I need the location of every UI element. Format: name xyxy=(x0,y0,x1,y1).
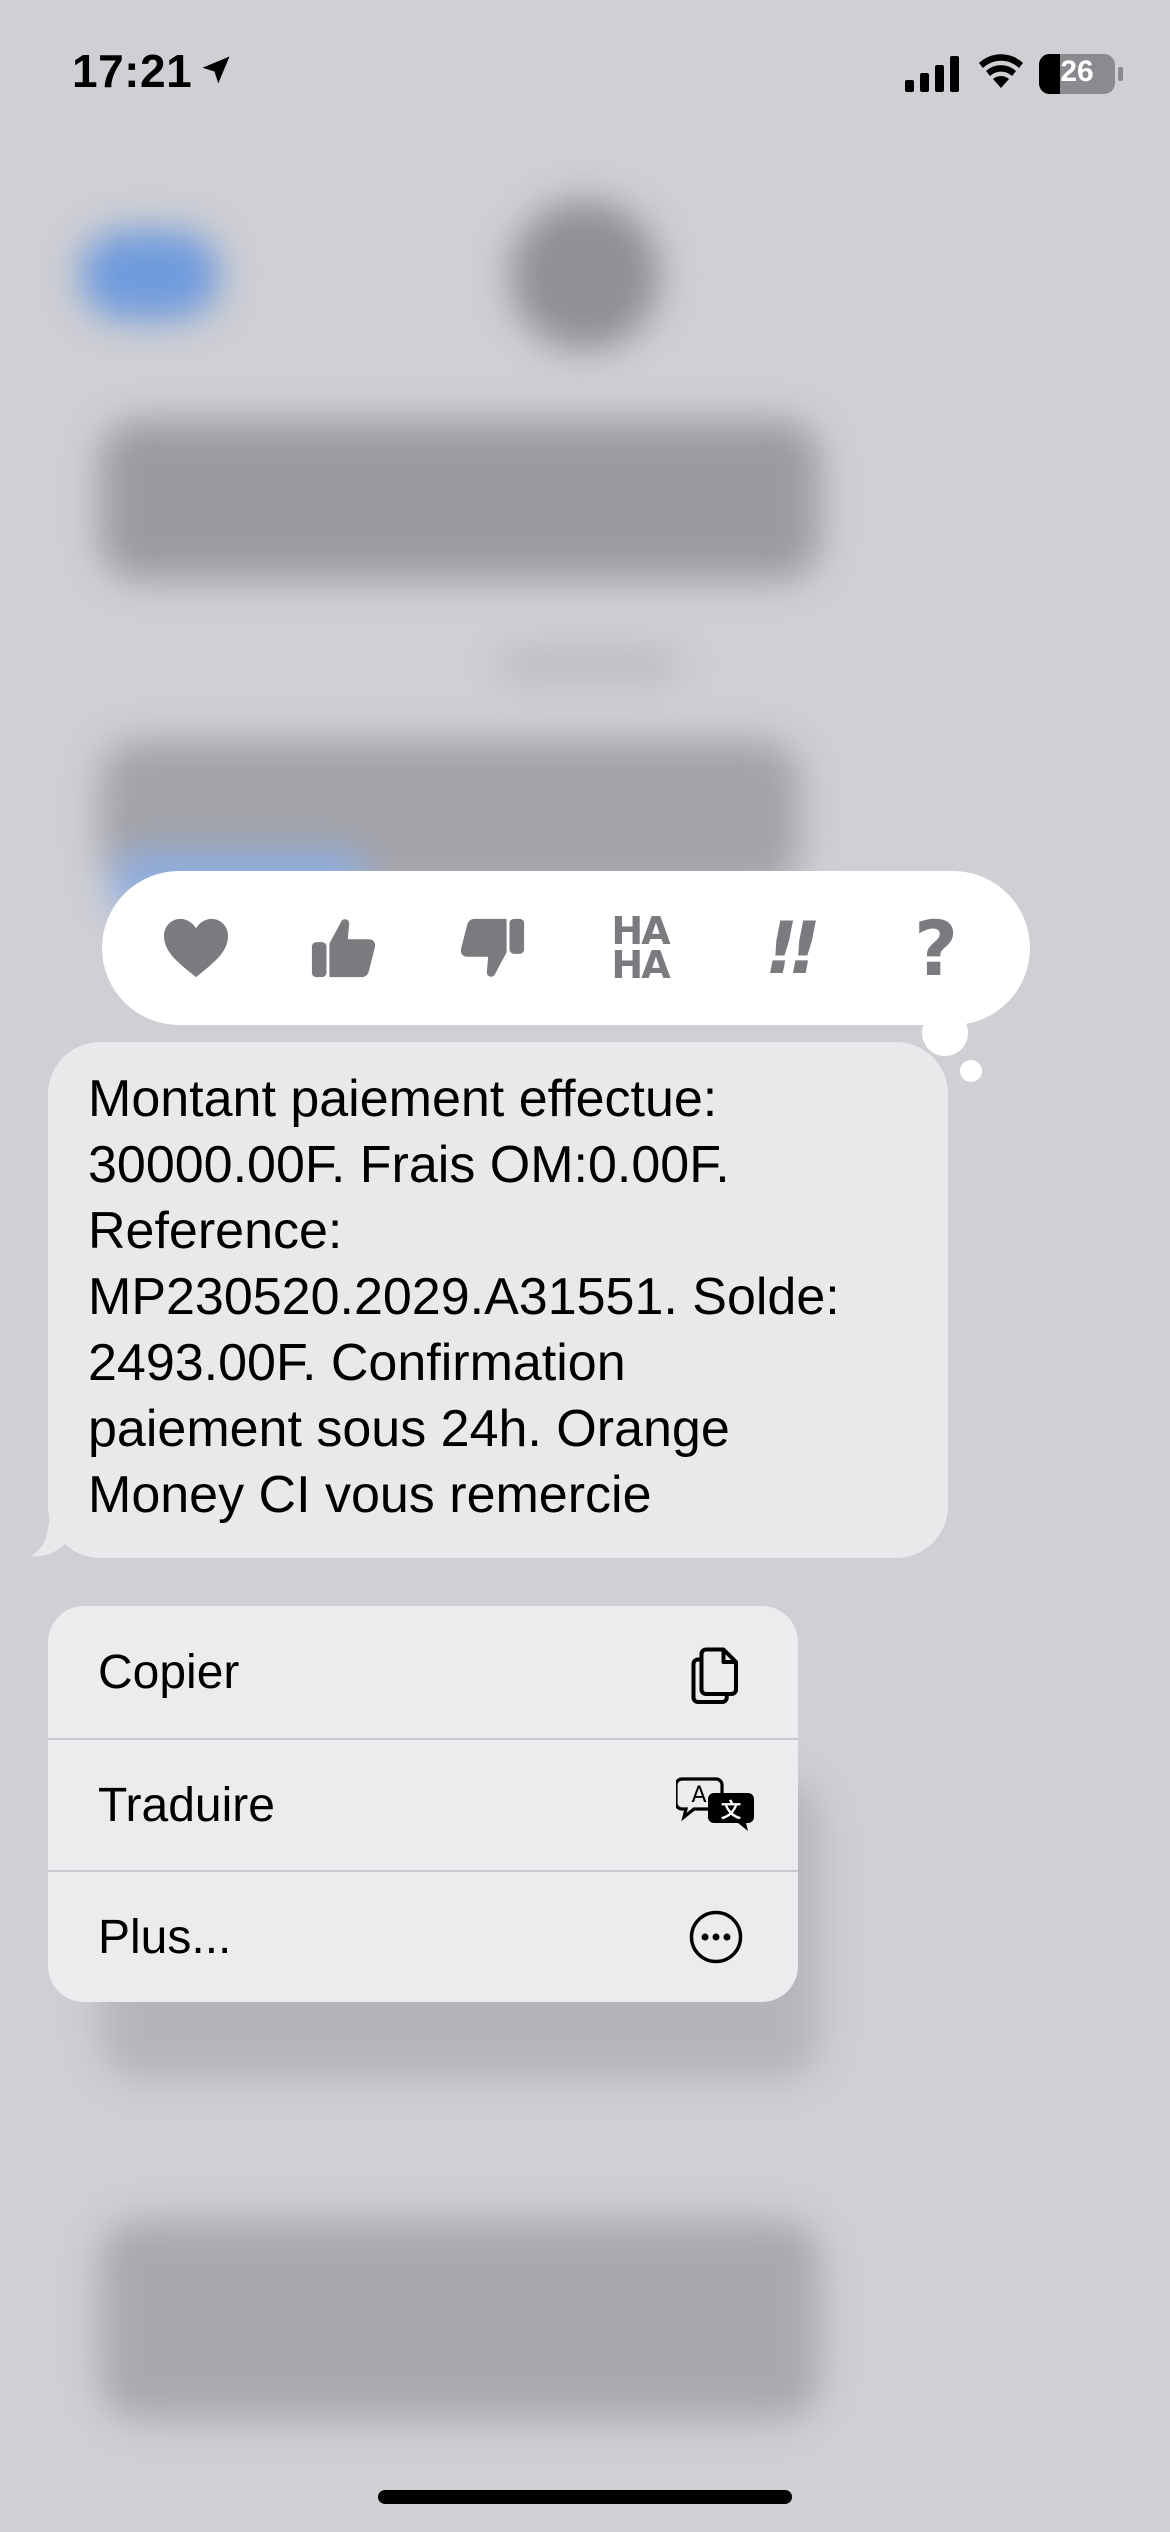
tapback-reaction-bar: HA HA !! ? xyxy=(102,871,1030,1025)
status-time: 17:21 xyxy=(72,45,193,97)
reaction-question[interactable]: ? xyxy=(876,888,996,1008)
copy-icon xyxy=(676,1632,756,1712)
home-indicator[interactable] xyxy=(378,2490,792,2504)
reaction-thumbs-down[interactable] xyxy=(432,888,552,1008)
menu-item-more[interactable]: Plus... xyxy=(48,1870,798,2002)
heart-icon xyxy=(164,918,228,978)
menu-item-label: Traduire xyxy=(98,1778,275,1832)
location-arrow-icon xyxy=(198,52,234,93)
svg-text:A: A xyxy=(691,1783,706,1808)
menu-item-copy[interactable]: Copier xyxy=(48,1606,798,1738)
reaction-emphasize[interactable]: !! xyxy=(728,888,848,1008)
screen: 17:21 26 HA HA !! ? Montant paiement eff… xyxy=(0,0,1170,2532)
status-bar: 17:21 26 xyxy=(0,0,1170,150)
translate-icon: A 文 xyxy=(676,1765,756,1845)
menu-item-label: Copier xyxy=(98,1645,240,1699)
double-exclamation-icon: !! xyxy=(765,906,821,990)
reaction-bar-tail xyxy=(922,1010,968,1056)
context-menu: Copier Traduire A 文 Plus... xyxy=(48,1606,798,2002)
battery-level: 26 xyxy=(1060,55,1094,88)
svg-text:文: 文 xyxy=(721,1798,742,1822)
cellular-signal-icon xyxy=(905,56,961,97)
reaction-haha[interactable]: HA HA xyxy=(580,888,700,1008)
haha-label-bottom: HA xyxy=(611,943,670,987)
menu-item-translate[interactable]: Traduire A 文 xyxy=(48,1738,798,1870)
wifi-icon xyxy=(978,52,1024,95)
haha-icon: HA HA xyxy=(611,912,670,987)
message-bubble[interactable]: Montant paiement effectue: 30000.00F. Fr… xyxy=(48,1042,948,1558)
reaction-thumbs-up[interactable] xyxy=(284,888,404,1008)
more-icon xyxy=(676,1897,756,1977)
menu-item-label: Plus... xyxy=(98,1910,232,1964)
battery-icon: 26 xyxy=(1038,52,1124,96)
message-text: Montant paiement effectue: 30000.00F. Fr… xyxy=(88,1070,840,1524)
thumbs-up-icon xyxy=(311,919,376,978)
thumbs-down-icon xyxy=(460,918,525,977)
reaction-heart[interactable] xyxy=(136,888,256,1008)
question-mark-icon: ? xyxy=(913,903,959,993)
reaction-bar-tail-small xyxy=(960,1060,982,1082)
